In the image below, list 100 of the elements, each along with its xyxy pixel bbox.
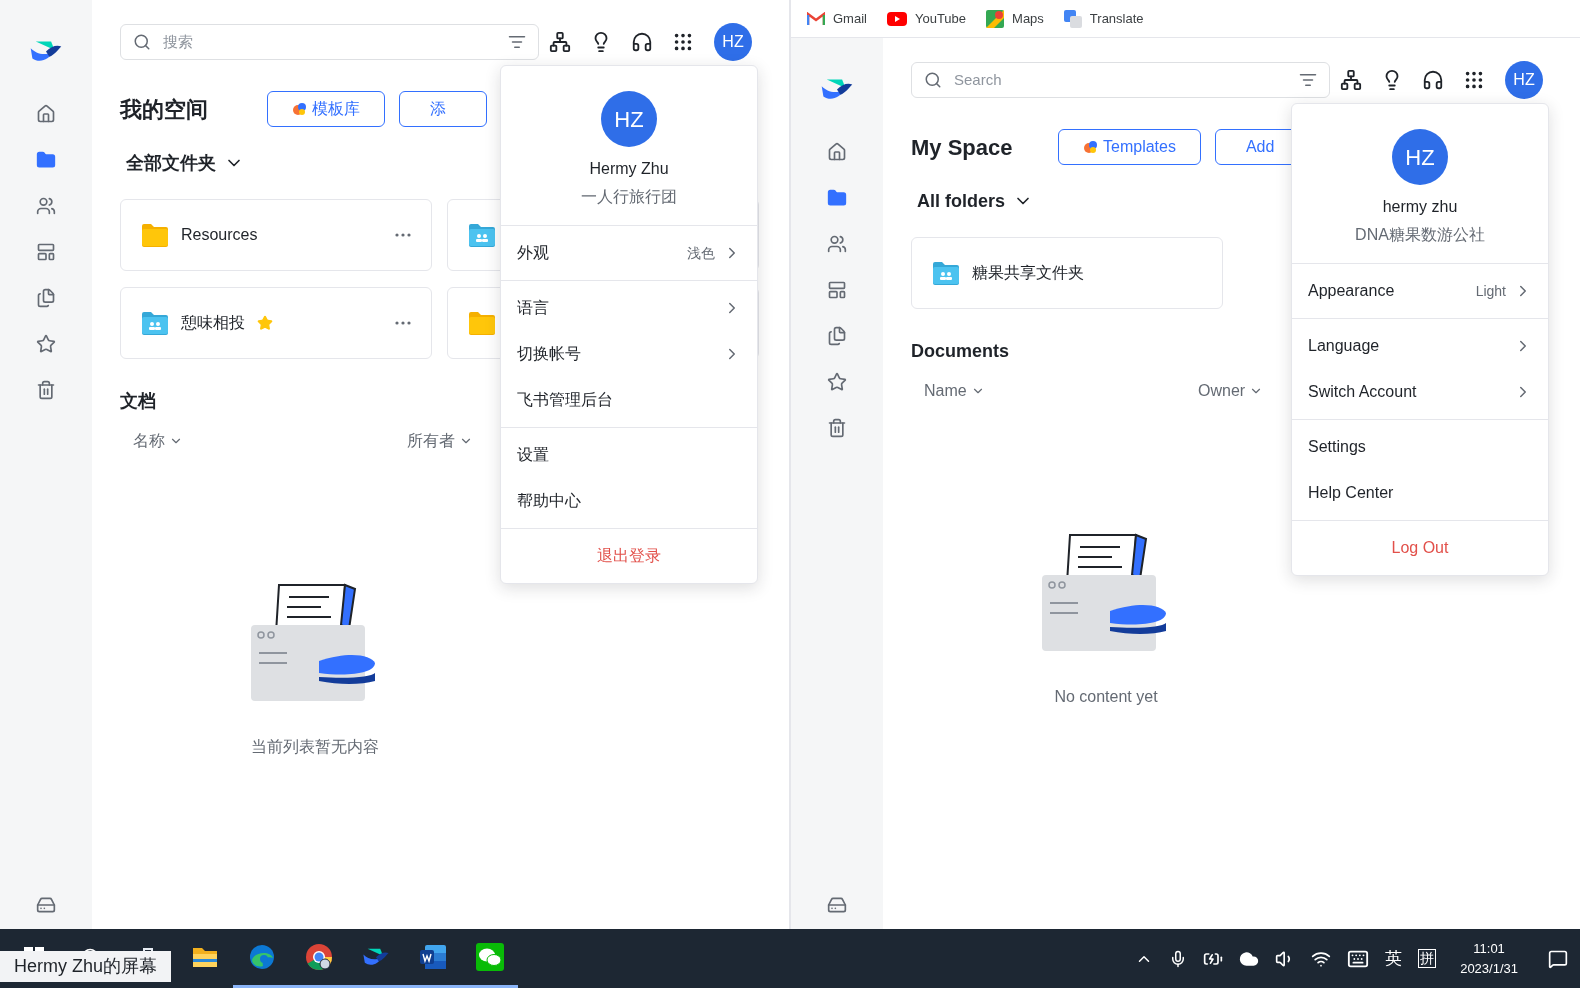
folders-dropdown[interactable]: 全部文件夹 bbox=[126, 149, 244, 177]
browser-icon bbox=[248, 944, 275, 970]
shared-folder-icon bbox=[141, 311, 169, 335]
filter-icon bbox=[508, 33, 526, 51]
layout-icon bbox=[36, 242, 56, 263]
menu-item[interactable]: 退出登录 bbox=[501, 533, 757, 579]
people-icon bbox=[827, 234, 847, 255]
shared-folder-icon bbox=[932, 261, 960, 285]
document-app-icon bbox=[418, 944, 447, 970]
search-field[interactable]: Search bbox=[911, 62, 1330, 98]
menu-item[interactable]: 帮助中心 bbox=[501, 478, 757, 524]
column-header[interactable]: Name bbox=[924, 379, 1198, 403]
folder-icon bbox=[827, 188, 847, 209]
menu-item[interactable]: 飞书管理后台 bbox=[501, 377, 757, 423]
home-icon bbox=[827, 142, 847, 163]
empty-state-text: No content yet bbox=[1054, 687, 1158, 707]
user-name: hermy zhu bbox=[1382, 197, 1458, 217]
input-language[interactable]: 英 bbox=[1385, 945, 1403, 972]
templates-button[interactable]: Templates bbox=[1058, 129, 1201, 165]
organization-name: 一人行旅行团 bbox=[581, 187, 677, 207]
network-icon[interactable] bbox=[549, 31, 571, 53]
chat-app-icon bbox=[475, 943, 504, 971]
apps-grid-icon[interactable] bbox=[1463, 69, 1485, 91]
menu-item[interactable]: 外观 浅色 bbox=[501, 230, 757, 276]
column-header[interactable]: 名称 bbox=[133, 429, 407, 453]
menu-item[interactable]: 设置 bbox=[501, 432, 757, 478]
menu-item[interactable]: Help Center bbox=[1292, 470, 1548, 516]
clock-time: 11:01 bbox=[1473, 940, 1505, 958]
documents-icon bbox=[36, 288, 56, 309]
star-icon bbox=[827, 372, 847, 393]
search-icon bbox=[924, 71, 942, 89]
shared-folder-icon bbox=[468, 223, 496, 247]
headset-icon[interactable] bbox=[1422, 69, 1444, 91]
section-heading: 文档 bbox=[120, 389, 156, 413]
star-icon bbox=[36, 334, 56, 355]
search-icon bbox=[133, 33, 151, 51]
avatar: HZ bbox=[601, 91, 657, 147]
layout-icon bbox=[827, 280, 847, 301]
folder-card[interactable]: 憩味相投 bbox=[120, 287, 432, 359]
menu-item-value: Light bbox=[1475, 281, 1506, 301]
drive-icon bbox=[827, 895, 847, 915]
bookmark-link[interactable]: Maps bbox=[986, 8, 1044, 29]
menu-item[interactable]: 切换帐号 bbox=[501, 331, 757, 377]
trash-icon bbox=[827, 418, 847, 439]
palette-icon bbox=[292, 102, 308, 116]
drive-icon bbox=[36, 895, 56, 915]
network-icon[interactable] bbox=[1340, 69, 1362, 91]
menu-item[interactable]: Log Out bbox=[1292, 525, 1548, 571]
folder-card[interactable]: Resources bbox=[120, 199, 432, 271]
folder-icon bbox=[36, 150, 56, 171]
more-icon bbox=[395, 233, 411, 237]
search-field[interactable]: 搜索 bbox=[120, 24, 539, 60]
video-icon bbox=[886, 11, 907, 26]
mail-icon bbox=[807, 11, 825, 26]
home-icon bbox=[36, 104, 56, 125]
avatar: HZ bbox=[1392, 129, 1448, 185]
filter-icon bbox=[1299, 71, 1317, 89]
star-icon bbox=[257, 315, 273, 331]
folder-name: 憩味相投 bbox=[181, 313, 245, 333]
apps-grid-icon[interactable] bbox=[672, 31, 694, 53]
organization-name: DNA糖果数游公社 bbox=[1355, 225, 1485, 245]
user-name: Hermy Zhu bbox=[589, 159, 669, 179]
page-title: 我的空间 bbox=[120, 95, 209, 124]
folder-name: 糖果共享文件夹 bbox=[972, 263, 1084, 283]
map-icon bbox=[986, 9, 1005, 28]
headset-icon[interactable] bbox=[631, 31, 653, 53]
empty-state-text: 当前列表暂无内容 bbox=[251, 737, 379, 757]
folder-name: Resources bbox=[181, 225, 258, 245]
search-input[interactable]: Search bbox=[954, 68, 1287, 92]
input-mode[interactable]: 拼 bbox=[1418, 948, 1437, 969]
bookmark-link[interactable]: Translate bbox=[1063, 8, 1144, 29]
people-icon bbox=[36, 196, 56, 217]
folders-dropdown[interactable]: All folders bbox=[917, 187, 1033, 215]
documents-icon bbox=[827, 326, 847, 347]
menu-item-value: 浅色 bbox=[687, 243, 715, 263]
templates-button[interactable]: 模板库 bbox=[267, 91, 385, 127]
trash-icon bbox=[36, 380, 56, 401]
menu-item[interactable]: Switch Account bbox=[1292, 369, 1548, 415]
screen-share-toast: Hermy Zhu的屏幕 bbox=[0, 951, 171, 982]
bookmark-link[interactable]: YouTube bbox=[886, 8, 967, 29]
column-header[interactable]: Owner bbox=[1198, 379, 1264, 403]
menu-item[interactable]: Language bbox=[1292, 323, 1548, 369]
folder-card[interactable]: 糖果共享文件夹 bbox=[911, 237, 1223, 309]
avatar-button[interactable]: HZ bbox=[1505, 61, 1543, 99]
chrome-browser-icon bbox=[304, 943, 333, 971]
bookmark-link[interactable]: Gmail bbox=[807, 8, 867, 29]
folder-icon bbox=[191, 946, 218, 968]
avatar-button[interactable]: HZ bbox=[714, 23, 752, 61]
folder-icon bbox=[141, 223, 169, 247]
notification-icon[interactable] bbox=[1548, 948, 1568, 969]
search-input[interactable]: 搜索 bbox=[163, 30, 496, 54]
menu-item[interactable]: Appearance Light bbox=[1292, 268, 1548, 314]
page-title: My Space bbox=[911, 133, 1014, 162]
menu-item[interactable]: Settings bbox=[1292, 424, 1548, 470]
folder-icon bbox=[468, 311, 496, 335]
menu-item[interactable]: 语言 bbox=[501, 285, 757, 331]
translate-icon bbox=[1063, 9, 1082, 28]
more-icon bbox=[395, 321, 411, 325]
add-button[interactable]: 添 bbox=[399, 91, 487, 127]
column-header[interactable]: 所有者 bbox=[407, 429, 473, 453]
